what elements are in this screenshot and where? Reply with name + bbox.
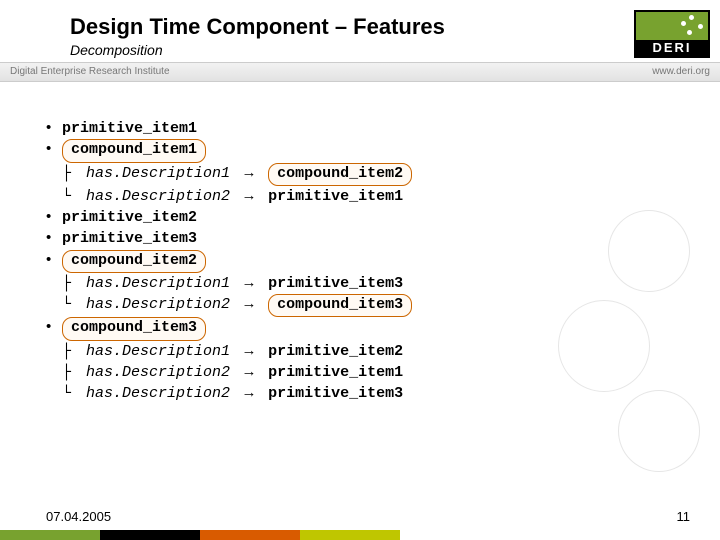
description-label: has.Description1 bbox=[86, 275, 230, 292]
description-row: ├has.Description1 → compound_item2 bbox=[46, 163, 412, 186]
decorative-circle bbox=[618, 390, 700, 472]
decorative-circle bbox=[558, 300, 650, 392]
tree-branch-icon: ├ bbox=[62, 363, 86, 383]
description-label: has.Description2 bbox=[86, 188, 230, 205]
bullet-icon: • bbox=[46, 207, 62, 227]
arrow-icon: → bbox=[239, 383, 259, 403]
color-bar bbox=[0, 530, 720, 540]
target-label: primitive_item1 bbox=[268, 364, 403, 381]
logo-graphic bbox=[636, 12, 708, 40]
description-row: ├has.Description1 → primitive_item3 bbox=[46, 273, 412, 294]
description-row: └has.Description2 → compound_item3 bbox=[46, 294, 412, 317]
slide-footer: 07.04.2005 11 bbox=[0, 509, 720, 540]
description-row: ├has.Description2 → primitive_item1 bbox=[46, 362, 412, 383]
bullet-icon: • bbox=[46, 139, 62, 159]
decorative-circle bbox=[608, 210, 690, 292]
footer-page-number: 11 bbox=[677, 509, 691, 524]
footer-date: 07.04.2005 bbox=[46, 509, 111, 524]
meta-bar: Digital Enterprise Research Institute ww… bbox=[0, 62, 720, 82]
description-label: has.Description2 bbox=[86, 296, 230, 313]
item-label: compound_item2 bbox=[62, 250, 206, 273]
list-item: •compound_item3 bbox=[46, 317, 412, 340]
deri-logo: DERI bbox=[634, 10, 710, 58]
item-label: primitive_item3 bbox=[62, 230, 197, 247]
list-item: •primitive_item3 bbox=[46, 228, 412, 249]
list-item: •compound_item1 bbox=[46, 139, 412, 162]
description-label: has.Description1 bbox=[86, 343, 230, 360]
bullet-icon: • bbox=[46, 118, 62, 138]
description-row: └has.Description2 → primitive_item3 bbox=[46, 383, 412, 404]
tree-branch-icon: ├ bbox=[62, 164, 86, 184]
arrow-icon: → bbox=[239, 341, 259, 361]
target-label: primitive_item3 bbox=[268, 385, 403, 402]
bullet-icon: • bbox=[46, 317, 62, 337]
tree-branch-icon: └ bbox=[62, 384, 86, 404]
item-label: compound_item1 bbox=[62, 139, 206, 162]
description-label: has.Description2 bbox=[86, 385, 230, 402]
bullet-icon: • bbox=[46, 228, 62, 248]
site-url: www.deri.org bbox=[652, 63, 710, 81]
item-label: primitive_item2 bbox=[62, 209, 197, 226]
tree-branch-icon: └ bbox=[62, 187, 86, 207]
institute-name: Digital Enterprise Research Institute bbox=[10, 63, 170, 81]
description-label: has.Description2 bbox=[86, 364, 230, 381]
target-label: primitive_item2 bbox=[268, 343, 403, 360]
target-label: compound_item2 bbox=[268, 163, 412, 186]
slide-content: •primitive_item1•compound_item1├has.Desc… bbox=[46, 118, 412, 404]
target-label: compound_item3 bbox=[268, 294, 412, 317]
tree-branch-icon: └ bbox=[62, 295, 86, 315]
list-item: •primitive_item1 bbox=[46, 118, 412, 139]
bullet-icon: • bbox=[46, 250, 62, 270]
arrow-icon: → bbox=[239, 273, 259, 293]
arrow-icon: → bbox=[239, 163, 259, 183]
arrow-icon: → bbox=[239, 362, 259, 382]
slide-subtitle: Decomposition bbox=[70, 42, 720, 58]
description-row: └has.Description2 → primitive_item1 bbox=[46, 186, 412, 207]
list-item: •compound_item2 bbox=[46, 250, 412, 273]
target-label: primitive_item3 bbox=[268, 275, 403, 292]
tree-branch-icon: ├ bbox=[62, 274, 86, 294]
slide-title: Design Time Component – Features bbox=[70, 14, 720, 40]
slide-header: Design Time Component – Features Decompo… bbox=[0, 0, 720, 58]
arrow-icon: → bbox=[239, 186, 259, 206]
target-label: primitive_item1 bbox=[268, 188, 403, 205]
description-label: has.Description1 bbox=[86, 165, 230, 182]
logo-text: DERI bbox=[636, 40, 708, 56]
arrow-icon: → bbox=[239, 294, 259, 314]
description-row: ├has.Description1 → primitive_item2 bbox=[46, 341, 412, 362]
item-label: primitive_item1 bbox=[62, 120, 197, 137]
list-item: •primitive_item2 bbox=[46, 207, 412, 228]
tree-branch-icon: ├ bbox=[62, 342, 86, 362]
item-label: compound_item3 bbox=[62, 317, 206, 340]
